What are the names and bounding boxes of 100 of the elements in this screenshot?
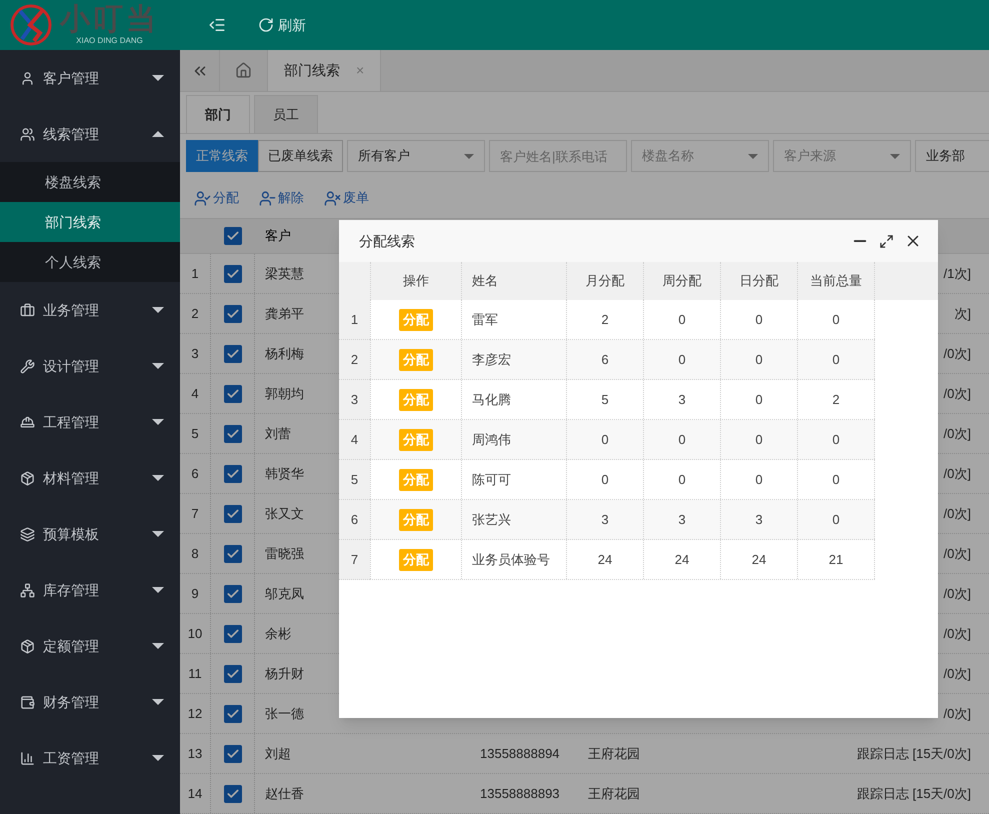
table-cell-text: 0: [832, 430, 840, 449]
row-checkbox[interactable]: [224, 784, 242, 802]
menu-icon: [20, 526, 35, 542]
sidebar-item[interactable]: 客户管理: [0, 50, 180, 106]
table-cell-text: 0: [678, 310, 686, 329]
row-number: 13: [186, 744, 204, 763]
tab[interactable]: 部门: [186, 95, 250, 133]
filter-field[interactable]: 业务部: [915, 140, 989, 172]
table-cell: 余彬: [265, 626, 291, 641]
column-header: 日分配: [740, 272, 778, 290]
table-cell: 13558888893: [480, 786, 560, 801]
caret-icon: [152, 643, 164, 649]
sidebar-item[interactable]: 预算模板: [0, 506, 180, 562]
table-cell-text: 李彦宏: [472, 350, 511, 369]
row-number: 9: [190, 584, 200, 603]
check-icon: [226, 229, 240, 243]
sidebar-item[interactable]: 工资管理: [0, 730, 180, 786]
sidebar-item[interactable]: 库存管理: [0, 562, 180, 618]
row-number: 2: [350, 350, 358, 369]
row-checkbox[interactable]: [224, 664, 242, 682]
submenu-item[interactable]: 楼盘线索: [0, 162, 180, 202]
table-cell-text: 陈可可: [472, 470, 511, 489]
submenu-item[interactable]: 部门线索: [0, 202, 180, 242]
table-cell-text: 次]: [954, 304, 971, 323]
action-link[interactable]: 废单: [324, 188, 369, 208]
table-cell-text: /0次]: [944, 544, 971, 563]
table-cell-text: 24: [598, 550, 612, 569]
menu-icon: [20, 694, 35, 710]
row-number: 7: [190, 504, 200, 523]
tab[interactable]: 员工: [254, 95, 318, 133]
check-icon: [226, 346, 240, 360]
table-cell-text: 0: [601, 430, 609, 449]
row-checkbox[interactable]: [224, 424, 242, 442]
sidebar-item[interactable]: 线索管理: [0, 106, 180, 162]
row-checkbox[interactable]: [224, 504, 242, 522]
home-icon[interactable]: [235, 62, 252, 79]
table-cell-text: /1次]: [944, 264, 971, 283]
check-icon: [226, 546, 240, 560]
menu-toggle-icon[interactable]: [208, 16, 226, 34]
logo-text: 小叮当: [60, 5, 159, 35]
table-cell-text: 0: [755, 350, 763, 369]
sidebar-item[interactable]: 设计管理: [0, 338, 180, 394]
row-checkbox[interactable]: [224, 384, 242, 402]
menu-icon: [20, 750, 35, 766]
row-checkbox[interactable]: [224, 304, 242, 322]
menu-icon: [20, 70, 35, 86]
row-number: 2: [190, 304, 200, 323]
table-cell-text: 0: [755, 470, 763, 489]
check-icon: [226, 506, 240, 520]
menu-icon: [20, 302, 35, 318]
action-link[interactable]: 解除: [259, 188, 304, 208]
table-cell-text: /0次]: [944, 344, 971, 363]
table-cell-text: 张艺兴: [472, 510, 511, 529]
menu-icon: [20, 638, 35, 654]
sidebar-item[interactable]: 定额管理: [0, 618, 180, 674]
filter-field[interactable]: 客户姓名|联系电话: [489, 140, 627, 172]
row-checkbox[interactable]: [224, 544, 242, 562]
sidebar-item[interactable]: 材料管理: [0, 450, 180, 506]
refresh-button[interactable]: 刷新: [258, 14, 306, 36]
row-checkbox[interactable]: [224, 264, 242, 282]
check-icon: [226, 666, 240, 680]
table-cell-text: 24: [674, 550, 690, 569]
page-tab[interactable]: 部门线索 ×: [268, 50, 382, 91]
table-cell: 刘蕾: [265, 426, 291, 441]
table-cell-text: 跟踪日志 [15天/0次]: [856, 744, 971, 763]
check-icon: [226, 626, 240, 640]
row-number: 7: [350, 550, 358, 569]
row-number: 3: [350, 390, 358, 409]
row-number: 8: [190, 544, 200, 563]
table-cell-text: 0: [601, 470, 609, 489]
table-cell-text: 6: [601, 350, 609, 369]
row-number: 5: [350, 470, 358, 489]
table-cell: 郭朝均: [265, 386, 304, 401]
submenu-item[interactable]: 个人线索: [0, 242, 180, 282]
table-cell-text: 3: [755, 510, 763, 529]
filter-dropdown[interactable]: 所有客户: [347, 140, 485, 172]
table-cell: 赵仕香: [265, 786, 304, 801]
user-action-icon: [259, 190, 276, 206]
row-number: 3: [190, 344, 200, 363]
table-cell: 13558888894: [480, 746, 560, 761]
menu-icon: [20, 126, 35, 142]
status-filter-button[interactable]: 已废单线索: [258, 140, 343, 172]
table-cell: 雷晓强: [265, 546, 304, 561]
sidebar-item[interactable]: 业务管理: [0, 282, 180, 338]
sidebar-item[interactable]: 财务管理: [0, 674, 180, 730]
caret-icon: [152, 531, 164, 537]
menu-icon: [20, 414, 35, 430]
row-checkbox[interactable]: [224, 464, 242, 482]
action-link[interactable]: 分配: [194, 188, 239, 208]
table-cell-text: 0: [832, 510, 840, 529]
maximize-icon[interactable]: [879, 234, 894, 248]
table-cell: 邬克凤: [265, 586, 304, 601]
row-checkbox[interactable]: [224, 344, 242, 362]
row-number: 12: [186, 704, 204, 723]
row-checkbox[interactable]: [224, 584, 242, 602]
select-all-checkbox[interactable]: [224, 227, 242, 245]
sidebar-item[interactable]: 工程管理: [0, 394, 180, 450]
row-checkbox[interactable]: [224, 704, 242, 722]
row-checkbox[interactable]: [224, 624, 242, 642]
row-checkbox[interactable]: [224, 744, 242, 762]
